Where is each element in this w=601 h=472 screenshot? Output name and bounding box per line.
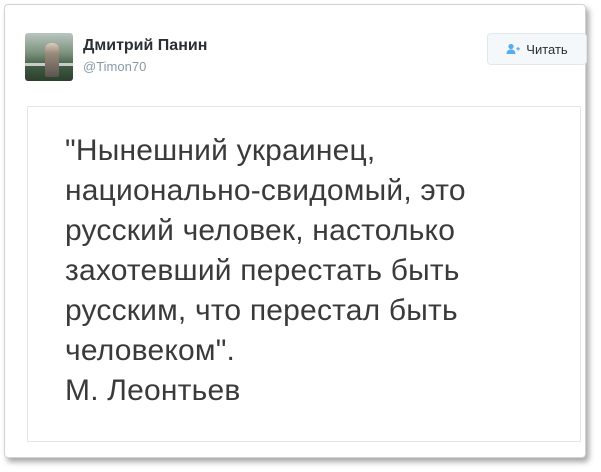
avatar[interactable] — [25, 33, 73, 81]
user-handle[interactable]: @Timon70 — [83, 59, 146, 74]
follow-person-plus-icon — [506, 43, 521, 55]
follow-button-label: Читать — [526, 41, 568, 57]
follow-button[interactable]: Читать — [487, 33, 587, 65]
user-name[interactable]: Дмитрий Панин — [83, 37, 207, 55]
tweet-header: Дмитрий Панин @Timon70 Читать — [19, 29, 587, 85]
quote-text: "Нынешний украинец, национально-свидомый… — [65, 134, 466, 407]
quote-image[interactable]: "Нынешний украинец, национально-свидомый… — [27, 106, 581, 442]
tweet-card: Дмитрий Панин @Timon70 Читать "Нынешний … — [4, 4, 587, 458]
avatar-person — [45, 43, 59, 77]
